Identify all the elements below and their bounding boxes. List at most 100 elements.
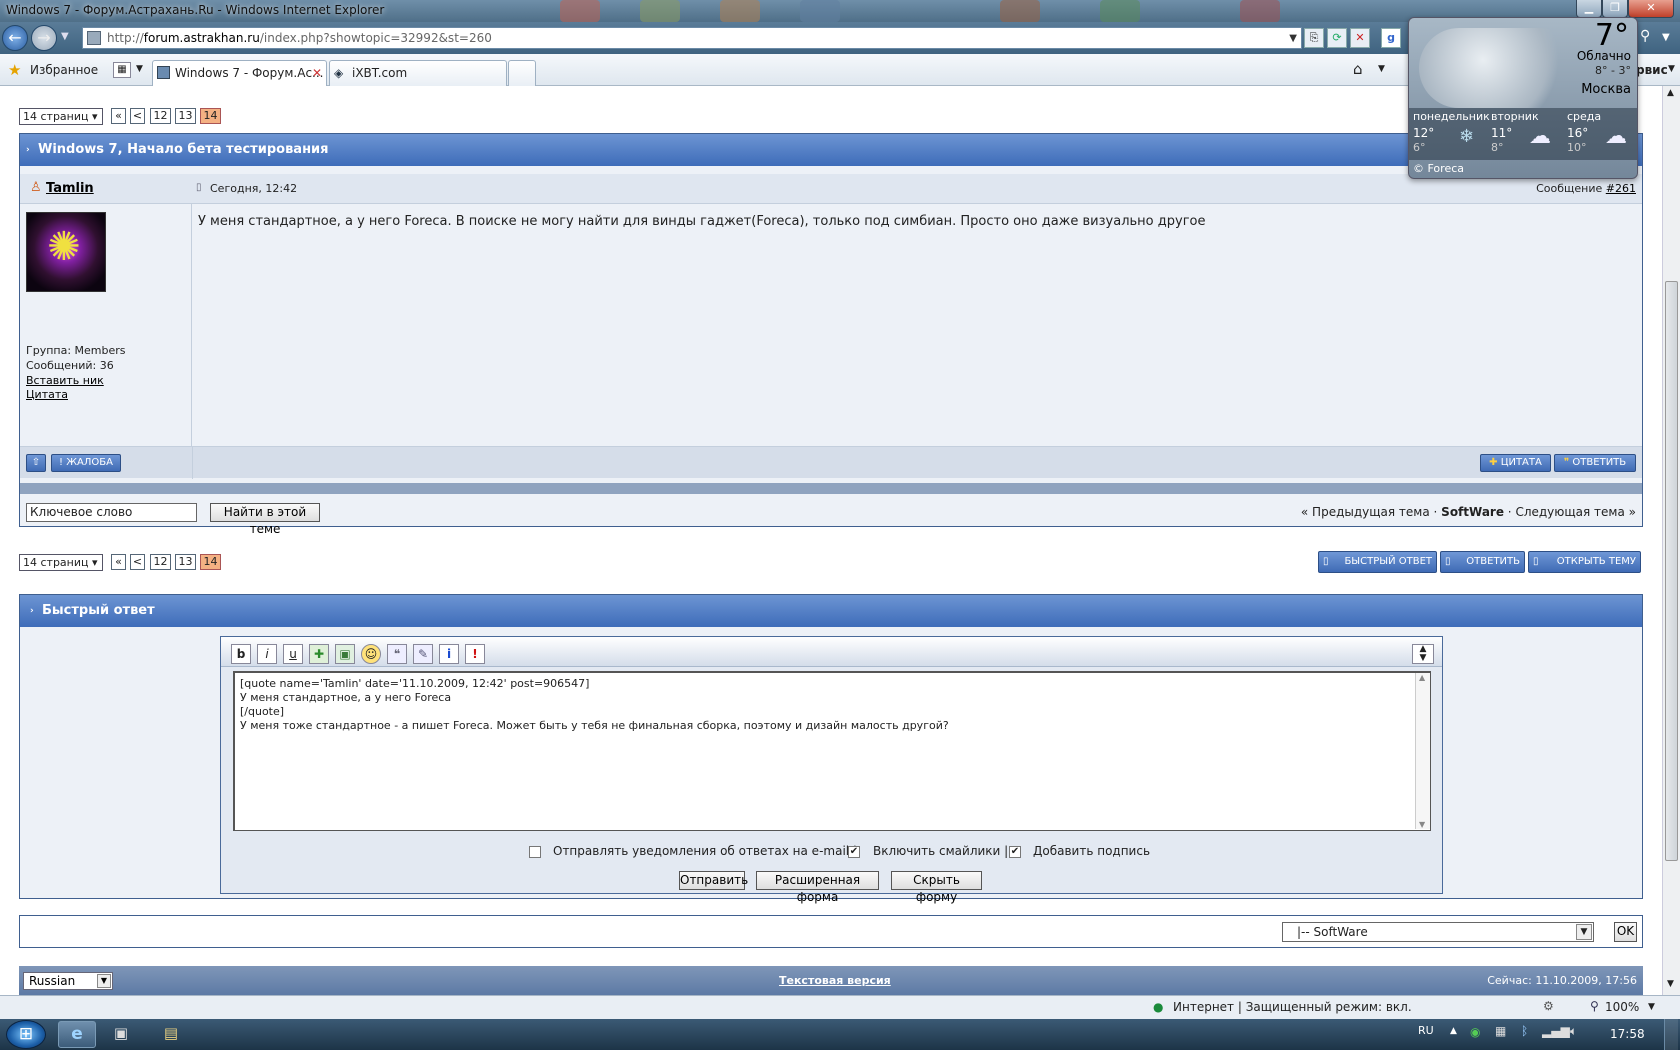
new-topic-button[interactable]: ▯ ОТКРЫТЬ ТЕМУ xyxy=(1528,551,1641,573)
smiley-button[interactable]: ☺ xyxy=(361,644,381,664)
link-button[interactable]: ✚ xyxy=(309,644,329,664)
signature-checkbox[interactable]: ✔ xyxy=(1009,846,1021,858)
page-13[interactable]: 13 xyxy=(175,554,196,570)
info-button[interactable]: i xyxy=(439,644,459,664)
language-select[interactable]: Russian ▼ xyxy=(23,972,113,990)
home-dropdown-icon[interactable]: ▼ xyxy=(1378,64,1385,74)
scroll-top-button[interactable]: ⇧ xyxy=(26,454,46,472)
italic-button[interactable]: i xyxy=(257,644,277,664)
page-scrollbar[interactable]: ▲ ▼ xyxy=(1662,86,1680,995)
post-number-link[interactable]: #261 xyxy=(1606,182,1636,195)
show-desktop-button[interactable] xyxy=(1664,1019,1678,1050)
reply-post-button[interactable]: ❞ ОТВЕТИТЬ xyxy=(1554,454,1636,472)
underline-button[interactable]: u xyxy=(283,644,303,664)
weather-gadget[interactable]: 7° Облачно 8° - 3° Москва понедельник 12… xyxy=(1408,17,1638,179)
close-tab-icon[interactable]: ✕ xyxy=(312,61,322,85)
next-topic-link[interactable]: Следующая тема » xyxy=(1515,505,1636,519)
tab-forum[interactable]: Windows 7 - Форум.Ас... ✕ xyxy=(152,60,327,86)
clock[interactable]: 17:58 xyxy=(1610,1027,1645,1041)
hide-form-button[interactable]: Скрыть форму xyxy=(891,871,982,904)
advanced-form-button[interactable]: Расширенная форма xyxy=(756,871,879,904)
scroll-down-icon[interactable]: ▼ xyxy=(1667,979,1674,989)
notify-checkbox[interactable] xyxy=(529,846,541,858)
minimize-button[interactable]: ▁ xyxy=(1576,0,1602,18)
service-dropdown-icon[interactable]: ▼ xyxy=(1668,64,1675,74)
bold-button[interactable]: b xyxy=(231,644,251,664)
service-menu-fragment[interactable]: рвис xyxy=(1636,63,1668,77)
favorites-button[interactable]: Избранное xyxy=(30,63,98,77)
fast-reply-button[interactable]: ▯ БЫСТРЫЙ ОТВЕТ xyxy=(1318,551,1437,573)
page-first[interactable]: « xyxy=(111,108,126,124)
start-button[interactable]: ⊞ xyxy=(6,1020,46,1049)
weather-credit[interactable]: © Foreca xyxy=(1413,162,1464,175)
topic-search-button[interactable]: Найти в этой теме xyxy=(210,503,320,536)
favorites-star-icon[interactable]: ★ xyxy=(8,61,21,79)
resize-editor-icon[interactable]: ▲ ▼ xyxy=(1412,644,1434,664)
google-search-icon[interactable]: g xyxy=(1381,28,1401,48)
tab-ixbt[interactable]: ◈ iXBT.com xyxy=(329,60,507,86)
quote-button[interactable]: ✚ ЦИТАТА xyxy=(1480,454,1551,472)
topic-search-input[interactable]: Ключевое слово xyxy=(26,503,197,522)
forum-jump-dropdown-icon[interactable]: ▼ xyxy=(1576,924,1592,940)
taskbar-window-button[interactable]: ▤ xyxy=(152,1021,190,1048)
volume-icon[interactable]: 🔈︎ xyxy=(1570,1024,1577,1039)
taskbar-ie-button[interactable]: e xyxy=(58,1021,96,1048)
compatibility-icon[interactable]: ⎘ xyxy=(1304,28,1324,48)
new-tab-button[interactable] xyxy=(508,60,536,86)
quote-link[interactable]: Цитата xyxy=(26,388,68,401)
taskbar-explorer-button[interactable]: ▣ xyxy=(102,1021,140,1048)
submit-button[interactable]: Отправить xyxy=(679,871,748,890)
warning-button[interactable]: ! xyxy=(465,644,485,664)
page-13[interactable]: 13 xyxy=(175,108,196,124)
language-dropdown-icon[interactable]: ▼ xyxy=(97,974,111,988)
forward-button[interactable]: → xyxy=(31,25,57,51)
scroll-thumb[interactable] xyxy=(1665,281,1678,861)
reply-textarea[interactable]: [quote name='Tamlin' date='11.10.2009, 1… xyxy=(233,671,1431,831)
close-window-button[interactable]: ✕ xyxy=(1628,0,1674,18)
quote-insert-button[interactable]: ❝ xyxy=(387,644,407,664)
maximize-button[interactable]: ❐ xyxy=(1602,0,1628,18)
textarea-scroll-up-icon[interactable]: ▲ xyxy=(1419,673,1425,682)
search-icon[interactable]: ⚲ xyxy=(1640,28,1650,44)
home-icon[interactable]: ⌂ xyxy=(1353,60,1363,78)
forum-jump-select[interactable]: |-- SoftWare ▼ xyxy=(1282,922,1594,942)
back-button[interactable]: ← xyxy=(2,25,28,51)
spoiler-button[interactable]: ✎ xyxy=(413,644,433,664)
post-author[interactable]: Tamlin xyxy=(46,181,94,196)
refresh-icon[interactable]: ⟳ xyxy=(1327,28,1347,48)
stop-icon[interactable]: ✕ xyxy=(1350,28,1370,48)
scroll-up-icon[interactable]: ▲ xyxy=(1667,88,1674,98)
smilies-checkbox[interactable]: ✔ xyxy=(848,846,860,858)
zoom-dropdown-icon[interactable]: ▼ xyxy=(1648,1002,1655,1012)
address-dropdown-icon[interactable]: ▼ xyxy=(1289,29,1297,49)
history-dropdown-icon[interactable]: ▼ xyxy=(61,31,69,42)
page-12[interactable]: 12 xyxy=(150,554,171,570)
reply-button[interactable]: ▯ ОТВЕТИТЬ xyxy=(1440,551,1525,573)
pages-select[interactable]: 14 страниц ▾ xyxy=(19,108,103,125)
page-12[interactable]: 12 xyxy=(150,108,171,124)
address-field[interactable]: http://forum.astrakhan.ru/index.php?show… xyxy=(82,27,1302,49)
forum-link[interactable]: SoftWare xyxy=(1441,505,1504,519)
zoom-level[interactable]: 100% xyxy=(1605,1000,1639,1014)
tab-list-dropdown-icon[interactable]: ▼ xyxy=(136,64,143,74)
quick-tabs-icon[interactable]: ▦ xyxy=(113,62,131,78)
page-first[interactable]: « xyxy=(111,554,126,570)
pages-select-bottom[interactable]: 14 страниц ▾ xyxy=(19,554,103,571)
prev-topic-link[interactable]: « Предыдущая тема xyxy=(1301,505,1430,519)
page-14-current: 14 xyxy=(200,108,221,124)
insert-nick-link[interactable]: Вставить ник xyxy=(26,374,104,387)
zoom-magnifier-icon[interactable]: ⚲ xyxy=(1590,999,1599,1013)
page-prev[interactable]: < xyxy=(130,108,145,124)
textarea-scroll-down-icon[interactable]: ▼ xyxy=(1419,820,1425,829)
page-prev[interactable]: < xyxy=(130,554,145,570)
textarea-scrollbar[interactable]: ▲ ▼ xyxy=(1415,673,1430,829)
image-button[interactable]: ▣ xyxy=(335,644,355,664)
input-language[interactable]: RU xyxy=(1418,1024,1434,1037)
search-dropdown-icon[interactable]: ▼ xyxy=(1662,32,1670,43)
forum-jump-ok-button[interactable]: OK xyxy=(1614,922,1637,942)
text-version-link[interactable]: Текстовая версия xyxy=(779,974,891,987)
protected-mode-icon[interactable]: ⚙ xyxy=(1543,999,1554,1013)
report-button[interactable]: ! ЖАЛОБА xyxy=(51,454,121,472)
post-doc-icon: ▯ xyxy=(196,182,202,193)
tray-expand-icon[interactable]: ▲ xyxy=(1450,1026,1457,1036)
